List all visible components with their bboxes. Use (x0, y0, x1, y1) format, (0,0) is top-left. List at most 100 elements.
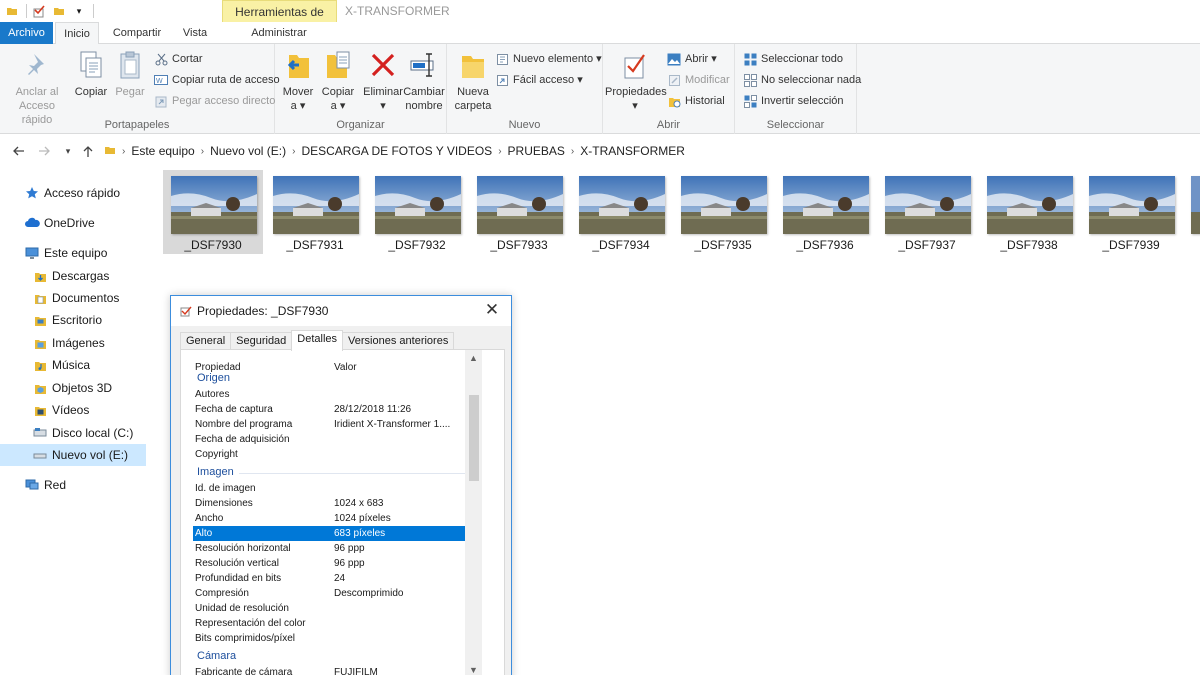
history-button[interactable]: Historial (667, 92, 725, 110)
file-thumbnail[interactable]: _DSF7939 (1081, 170, 1181, 254)
invert-selection-button[interactable]: Invertir selección (743, 92, 844, 110)
tab-vista[interactable]: Vista (174, 22, 216, 44)
properties-button[interactable]: Propiedades ▾ (605, 48, 667, 113)
sidebar-item-documentos[interactable]: Documentos (0, 287, 146, 309)
sidebar-item-escritorio[interactable]: Escritorio (0, 309, 146, 331)
sidebar-item-musica[interactable]: Música (0, 354, 146, 376)
file-thumbnail[interactable]: _DSF7938 (979, 170, 1079, 254)
sidebar-item-videos[interactable]: Vídeos (0, 399, 146, 421)
tab-versiones-anteriores[interactable]: Versiones anteriores (342, 332, 455, 350)
sidebar-item-onedrive[interactable]: OneDrive (0, 212, 146, 234)
file-thumbnail[interactable]: _DSF7931 (265, 170, 365, 254)
sidebar-item-objetos-3d[interactable]: Objetos 3D (0, 377, 146, 399)
tab-administrar[interactable]: Administrar (244, 22, 314, 44)
property-row[interactable]: Fecha de captura 28/12/2018 11:26 (193, 402, 467, 417)
chevron-right-icon[interactable]: › (571, 146, 574, 157)
property-row[interactable]: Compresión Descomprimido (193, 586, 467, 601)
tab-detalles[interactable]: Detalles (291, 330, 344, 351)
cloud-icon (24, 215, 40, 231)
select-all-button[interactable]: Seleccionar todo (743, 50, 843, 68)
recent-locations-chevron-icon[interactable]: ▾ (60, 142, 76, 160)
sidebar-item-red[interactable]: Red (0, 474, 146, 496)
property-row[interactable]: Nombre del programa Iridient X-Transform… (193, 417, 467, 432)
cut-button[interactable]: Cortar (154, 50, 203, 68)
property-row[interactable]: Bits comprimidos/píxel (193, 631, 467, 646)
tab-general[interactable]: General (180, 332, 232, 350)
file-thumbnail[interactable]: _DSF7937 (877, 170, 977, 254)
up-arrow-icon[interactable] (80, 142, 96, 160)
property-row[interactable]: Profundidad en bits 24 (193, 571, 467, 586)
scroll-down-icon[interactable]: ▼ (465, 662, 482, 675)
file-thumbnail[interactable]: _DSF7934 (571, 170, 671, 254)
copy-to-button[interactable]: Copiar a ▾ (319, 48, 357, 113)
pin-quick-access-button[interactable]: Anclar al Acceso rápido (4, 48, 70, 127)
paste-button[interactable]: Pegar (112, 48, 148, 99)
scrollbar-thumb[interactable] (469, 395, 479, 481)
rename-button[interactable]: Cambiar nombre (403, 48, 445, 113)
forward-arrow-icon[interactable] (36, 142, 52, 160)
file-thumbnail[interactable]: _DSF7933 (469, 170, 569, 254)
select-none-label: No seleccionar nada (761, 74, 862, 86)
group-abrir: Propiedades ▾ Abrir ▾ Modificar Historia… (603, 44, 735, 134)
scroll-up-icon[interactable]: ▲ (465, 350, 482, 366)
property-row[interactable]: Fecha de adquisición (193, 432, 467, 447)
file-thumbnail[interactable]: _DSF7932 (367, 170, 467, 254)
photo-thumbnail (783, 176, 869, 234)
property-row[interactable]: Copyright (193, 447, 467, 462)
paste-shortcut-button[interactable]: Pegar acceso directo (154, 92, 275, 110)
breadcrumb-x-transformer[interactable]: X-TRANSFORMER (580, 144, 685, 158)
property-row[interactable]: Autores (193, 387, 467, 402)
properties-check-icon[interactable] (31, 3, 47, 19)
property-row[interactable]: Ancho 1024 píxeles (193, 511, 467, 526)
sidebar-item-imagenes[interactable]: Imágenes (0, 332, 146, 354)
file-thumbnail[interactable]: _DSF7930 (163, 170, 263, 254)
new-folder-icon[interactable] (51, 3, 67, 19)
property-row[interactable]: Fabricante de cámara FUJIFILM (193, 665, 467, 675)
breadcrumb-nuevo-vol[interactable]: Nuevo vol (E:) (210, 144, 286, 158)
context-tab-image-tools[interactable]: Herramientas de imagen (222, 0, 337, 41)
properties-label: Propiedades ▾ (605, 86, 667, 112)
file-thumbnail[interactable]: _DSF7935 (673, 170, 773, 254)
vertical-scrollbar[interactable]: ▲ ▼ (465, 350, 482, 675)
select-none-button[interactable]: No seleccionar nada (743, 71, 861, 89)
modify-button[interactable]: Modificar (667, 71, 730, 89)
breadcrumb-pruebas[interactable]: PRUEBAS (508, 144, 565, 158)
file-thumbnail[interactable]: _DSF7936 (775, 170, 875, 254)
property-row[interactable]: Dimensiones 1024 x 683 (193, 496, 467, 511)
property-row[interactable]: Resolución horizontal 96 ppp (193, 541, 467, 556)
sidebar-item-descargas[interactable]: Descargas (0, 265, 146, 287)
tab-compartir[interactable]: Compartir (104, 22, 170, 44)
open-button[interactable]: Abrir ▾ (667, 50, 717, 68)
new-folder-button[interactable]: Nueva carpeta (453, 48, 493, 113)
sidebar-item-este-equipo[interactable]: Este equipo (0, 242, 146, 264)
file-thumbnail-partial[interactable] (1183, 170, 1200, 254)
property-row[interactable]: Resolución vertical 96 ppp (193, 556, 467, 571)
chevron-right-icon[interactable]: › (201, 146, 204, 157)
tab-seguridad[interactable]: Seguridad (230, 332, 293, 350)
tab-inicio[interactable]: Inicio (55, 22, 99, 45)
tab-archivo[interactable]: Archivo (0, 22, 53, 44)
easy-access-button[interactable]: Fácil acceso ▾ (495, 71, 583, 89)
copy-button[interactable]: Copiar (72, 48, 110, 99)
close-icon[interactable]: ✕ (483, 301, 501, 319)
property-row[interactable]: Id. de imagen (193, 481, 467, 496)
sidebar-item-disco-local-c[interactable]: Disco local (C:) (0, 422, 146, 444)
copy-path-button[interactable]: W Copiar ruta de acceso (154, 71, 280, 89)
dialog-title-bar[interactable]: Propiedades: _DSF7930 ✕ (171, 296, 511, 326)
property-row[interactable]: Representación del color (193, 616, 467, 631)
chevron-right-icon[interactable]: › (122, 146, 125, 157)
new-item-button[interactable]: Nuevo elemento ▾ (495, 50, 602, 68)
delete-button[interactable]: Eliminar ▾ (363, 48, 403, 113)
chevron-right-icon[interactable]: › (498, 146, 501, 157)
sidebar-item-acceso-rapido[interactable]: Acceso rápido (0, 182, 146, 204)
move-to-button[interactable]: Mover a ▾ (279, 48, 317, 113)
chevron-right-icon[interactable]: › (292, 146, 295, 157)
breadcrumb-este-equipo[interactable]: Este equipo (131, 144, 194, 158)
property-row[interactable]: Unidad de resolución (193, 601, 467, 616)
customize-toolbar-icon[interactable]: ▾ (71, 3, 87, 19)
back-arrow-icon[interactable] (10, 142, 26, 160)
sidebar-item-nuevo-vol-e[interactable]: Nuevo vol (E:) (0, 444, 146, 466)
videos-folder-icon (32, 402, 48, 418)
breadcrumb-descarga[interactable]: DESCARGA DE FOTOS Y VIDEOS (301, 144, 492, 158)
property-row-selected[interactable]: Alto 683 píxeles (193, 526, 467, 541)
